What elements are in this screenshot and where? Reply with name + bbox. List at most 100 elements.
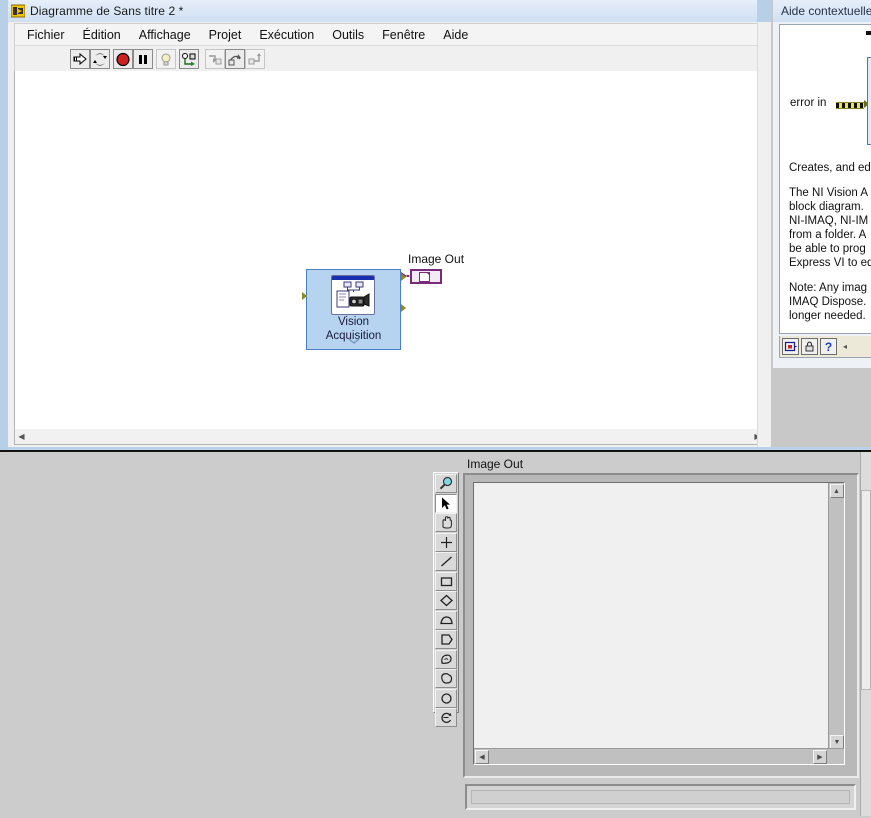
step-out-button[interactable] (245, 49, 265, 69)
menu-outils[interactable]: Outils (323, 26, 373, 44)
show-hide-optional-terminals-button[interactable] (782, 338, 799, 355)
abort-execution-button[interactable] (113, 49, 133, 69)
image-indicator-terminal-icon (419, 271, 430, 282)
lock-help-button[interactable] (801, 338, 818, 355)
tool-rectangle[interactable] (435, 571, 457, 591)
step-over-icon (228, 53, 241, 65)
help-line: Creates, and ed (789, 162, 871, 174)
help-diagram-tick (866, 31, 871, 35)
context-help-resize-arrow-icon[interactable]: ◂ (843, 342, 847, 351)
tool-point[interactable] (435, 532, 457, 552)
image-display-status-inner (471, 790, 850, 804)
help-line: block diagram. (789, 201, 864, 213)
tool-freehand-region[interactable] (435, 649, 457, 669)
menu-fenetre[interactable]: Fenêtre (373, 26, 434, 44)
block-diagram-horizontal-scrollbar[interactable]: ◀ ▶ (14, 429, 765, 445)
image-scroll-up-button[interactable]: ▲ (829, 484, 844, 498)
lock-icon (805, 341, 814, 352)
terminals-icon (784, 341, 797, 352)
vision-acquisition-express-vi[interactable]: Vision Acquisition (302, 269, 406, 350)
menu-affichage[interactable]: Affichage (130, 26, 200, 44)
tool-annulus[interactable] (435, 669, 457, 688)
polygon-icon (440, 634, 453, 645)
block-diagram-window: Diagramme de Sans titre 2 * Fichier Édit… (8, 0, 771, 452)
tool-zoom[interactable] (435, 474, 457, 493)
scroll-left-arrow-icon[interactable]: ◀ (15, 430, 28, 443)
pause-button[interactable] (133, 49, 153, 69)
block-diagram-toolbar (14, 45, 767, 73)
retain-wire-values-button[interactable] (179, 49, 199, 69)
front-panel-scroll-thumb[interactable] (861, 490, 871, 690)
hand-icon (442, 516, 452, 529)
vi-output-terminal-top[interactable] (401, 273, 406, 281)
run-continuous-icon (93, 53, 107, 65)
menu-execution[interactable]: Exécution (250, 26, 323, 44)
tool-rotate-region[interactable] (435, 708, 457, 727)
vision-acquisition-icon (331, 275, 375, 315)
detailed-help-button[interactable]: ? (820, 338, 837, 355)
context-help-text: Creates, and ed The NI Vision A block di… (780, 159, 871, 323)
freehand-region-icon (440, 653, 452, 664)
desktop-left-gutter (0, 0, 8, 452)
context-help-title: Aide contextuelle (781, 4, 871, 18)
image-out-display-canvas[interactable]: ▲ ▼ ◀ ▶ (473, 482, 845, 765)
block-diagram-titlebar[interactable]: Diagramme de Sans titre 2 * (8, 0, 771, 22)
image-out-indicator-label: Image Out (408, 252, 465, 266)
tool-pan[interactable] (435, 513, 457, 532)
run-arrow-icon (73, 52, 87, 65)
vi-input-terminal[interactable] (302, 292, 307, 300)
annulus-icon (440, 673, 452, 684)
highlight-execution-button[interactable] (156, 49, 176, 69)
menu-fichier[interactable]: Fichier (18, 26, 74, 44)
tool-selection[interactable] (435, 493, 457, 513)
image-display-horizontal-scrollbar[interactable]: ◀ ▶ (474, 748, 844, 764)
help-line: The NI Vision A (789, 187, 869, 199)
image-scroll-right-button[interactable]: ▶ (813, 750, 827, 764)
image-scroll-left-button[interactable]: ◀ (475, 750, 489, 764)
help-line: NI-IMAQ, NI-IM (789, 215, 869, 227)
step-into-button[interactable] (205, 49, 225, 69)
menu-aide[interactable]: Aide (434, 26, 477, 44)
oval-icon (439, 615, 453, 624)
tool-line[interactable] (435, 552, 457, 571)
image-scroll-down-button[interactable]: ▼ (830, 735, 844, 749)
pause-icon (139, 54, 147, 64)
run-continuously-button[interactable] (90, 49, 110, 69)
arrow-cursor-icon (441, 497, 450, 509)
menu-projet[interactable]: Projet (200, 26, 251, 44)
vision-tools-palette (433, 472, 459, 727)
tool-round-region[interactable] (435, 688, 457, 708)
tool-polygon[interactable] (435, 630, 457, 649)
question-mark-icon: ? (824, 339, 833, 354)
labview-diagram-icon (10, 4, 26, 18)
rectangle-icon (440, 576, 452, 586)
image-out-display-control[interactable]: ▲ ▼ ◀ ▶ (463, 473, 859, 778)
tool-oval[interactable] (435, 610, 457, 630)
vision-acquisition-expand-chevron[interactable] (307, 338, 400, 348)
run-button[interactable] (70, 49, 90, 69)
image-display-vertical-scrollbar[interactable]: ▲ ▼ (828, 483, 844, 750)
help-line: IMAQ Dispose. (789, 296, 867, 308)
help-line: Note: Any imag (789, 282, 867, 294)
block-diagram-canvas[interactable]: Image Out Vision Acquisition (14, 71, 767, 430)
menu-edition[interactable]: Édition (74, 26, 130, 44)
help-paragraph-1: Creates, and ed (789, 161, 871, 175)
round-region-icon (440, 692, 452, 704)
context-help-window: Aide contextuelle error in Creates, and … (773, 0, 871, 368)
tool-rotated-rectangle[interactable] (435, 591, 457, 610)
window-right-strip-top (757, 0, 771, 22)
help-paragraph-3: Note: Any imag IMAQ Dispose. longer need… (789, 281, 871, 323)
crosshair-icon (440, 536, 452, 548)
step-into-icon (209, 54, 222, 64)
window-right-strip-body (757, 22, 771, 452)
context-help-diagram: error in (780, 25, 871, 159)
step-over-button[interactable] (225, 49, 245, 69)
image-out-terminal[interactable] (410, 269, 442, 284)
help-line: be able to prog (789, 243, 866, 255)
vi-output-terminal-bottom[interactable] (401, 304, 406, 312)
vision-acquisition-label-line1: Vision (337, 316, 370, 328)
front-panel-vertical-scrollbar[interactable] (860, 452, 871, 816)
context-help-titlebar[interactable]: Aide contextuelle (773, 0, 871, 22)
image-display-status-bar (465, 784, 856, 810)
lightbulb-icon (161, 53, 171, 65)
